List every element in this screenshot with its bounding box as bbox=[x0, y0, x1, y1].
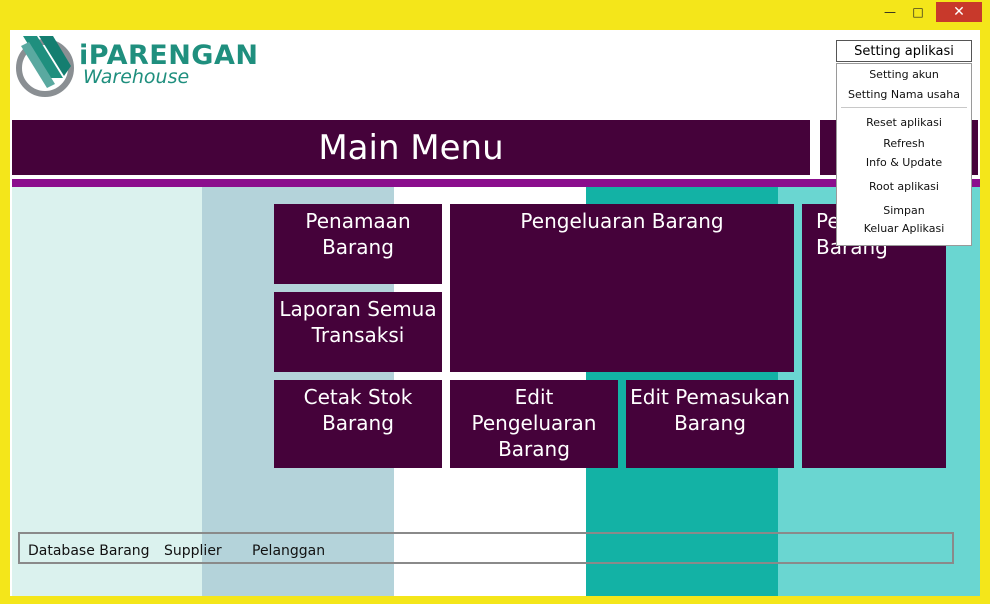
tile-laporan-semua-transaksi[interactable]: Laporan Semua Transaksi bbox=[274, 292, 442, 372]
menu-item-keluar-aplikasi[interactable]: Keluar Aplikasi bbox=[837, 222, 971, 235]
tab-pelanggan[interactable]: Pelanggan bbox=[252, 543, 325, 559]
bottom-tab-bar: Database Barang Supplier Pelanggan bbox=[18, 532, 954, 564]
menu-item-info-update[interactable]: Info & Update bbox=[837, 156, 971, 169]
app-client-area: iPARENGAN Warehouse Main Menu Penamaan B… bbox=[10, 30, 980, 596]
menu-item-setting-nama-usaha[interactable]: Setting Nama usaha bbox=[837, 88, 971, 101]
tile-cetak-stok-barang[interactable]: Cetak Stok Barang bbox=[274, 380, 442, 468]
tile-pengeluaran-barang[interactable]: Pengeluaran Barang bbox=[450, 204, 794, 372]
tab-database-barang[interactable]: Database Barang bbox=[28, 543, 150, 559]
tab-supplier[interactable]: Supplier bbox=[164, 543, 222, 559]
maximize-button[interactable]: □ bbox=[904, 2, 932, 22]
warehouse-logo-icon bbox=[16, 36, 74, 97]
menu-separator bbox=[841, 107, 967, 108]
setting-aplikasi-button[interactable]: Setting aplikasi bbox=[836, 40, 972, 62]
tile-penamaan-barang[interactable]: Penamaan Barang bbox=[274, 204, 442, 284]
menu-item-setting-akun[interactable]: Setting akun bbox=[837, 68, 971, 81]
tile-edit-pengeluaran-barang[interactable]: Edit Pengeluaran Barang bbox=[450, 380, 618, 468]
main-menu-bar: Main Menu bbox=[12, 120, 810, 175]
tile-edit-pemasukan-barang[interactable]: Edit Pemasukan Barang bbox=[626, 380, 794, 468]
menu-item-reset-aplikasi[interactable]: Reset aplikasi bbox=[837, 116, 971, 129]
menu-item-simpan[interactable]: Simpan bbox=[837, 204, 971, 217]
menu-item-refresh[interactable]: Refresh bbox=[837, 137, 971, 150]
menu-item-root-aplikasi[interactable]: Root aplikasi bbox=[837, 180, 971, 193]
minimize-button[interactable]: — bbox=[876, 2, 904, 22]
window-controls: — □ ✕ bbox=[876, 2, 982, 22]
app-logo: iPARENGAN Warehouse bbox=[15, 32, 258, 102]
accent-divider bbox=[12, 179, 980, 187]
close-button[interactable]: ✕ bbox=[936, 2, 982, 22]
window-frame: — □ ✕ iPARENGAN Warehouse Main Menu Pena… bbox=[0, 0, 990, 604]
settings-menu: Setting akun Setting Nama usaha Reset ap… bbox=[836, 63, 972, 246]
logo-subtitle: Warehouse bbox=[83, 66, 190, 88]
